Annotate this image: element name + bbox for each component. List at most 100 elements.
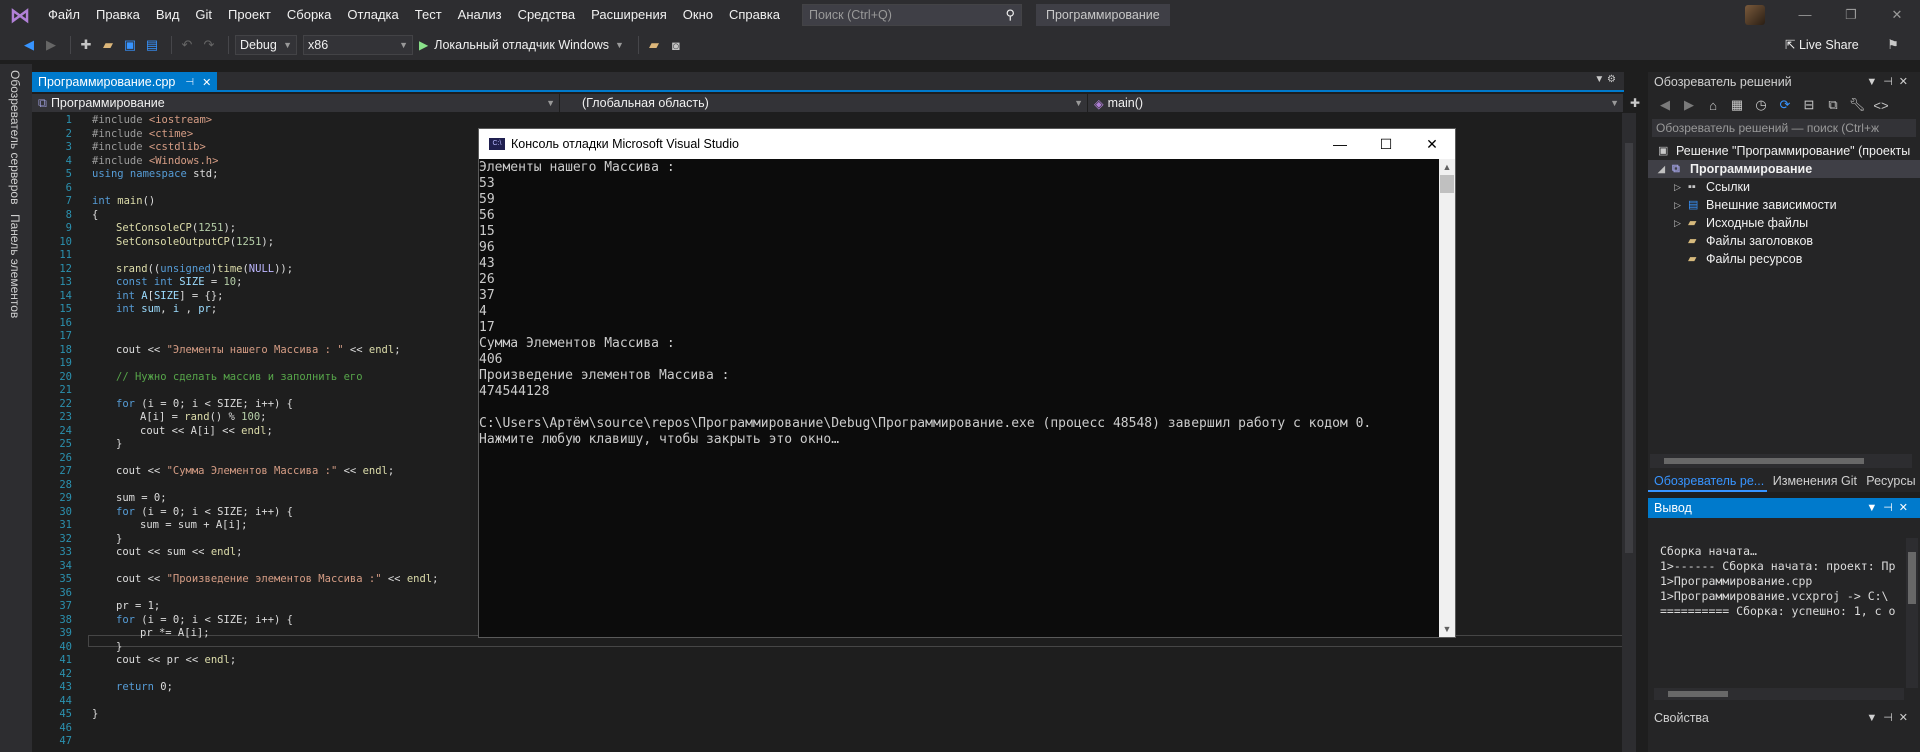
close-icon[interactable]: ✕ [1409, 129, 1455, 159]
toolbox-tab[interactable]: Панель элементов [8, 214, 22, 318]
menu-file[interactable]: Файл [40, 0, 88, 30]
menu-help[interactable]: Справка [721, 0, 788, 30]
line-number: 24 [59, 424, 72, 437]
line-number: 18 [59, 343, 72, 356]
collapsed-arrow-icon[interactable]: ▷ [1674, 178, 1688, 196]
code-line: cout << "Произведение элементов Массива … [116, 573, 439, 585]
collapse-all-icon[interactable]: ⊟ [1800, 96, 1818, 114]
menu-extensions[interactable]: Расширения [583, 0, 675, 30]
pin-icon[interactable]: ⊣ [185, 77, 194, 88]
maximize-icon[interactable]: ☐ [1363, 129, 1409, 159]
output-hscrollbar[interactable] [1654, 688, 1904, 700]
scroll-up-icon[interactable]: ▲ [1439, 159, 1455, 175]
tree-item-external-deps[interactable]: ▷ ▤ Внешние зависимости [1674, 196, 1837, 214]
code-line: cout << sum << endl; [116, 546, 243, 558]
live-share-button[interactable]: ⇱ Live Share [1785, 30, 1859, 60]
menu-git[interactable]: Git [187, 0, 220, 30]
collapsed-arrow-icon[interactable]: ▷ [1674, 196, 1688, 214]
menu-tools[interactable]: Средства [510, 0, 584, 30]
tab-solution-explorer[interactable]: Обозреватель ре... [1648, 470, 1767, 492]
code-icon[interactable]: <> [1872, 96, 1890, 114]
menu-project[interactable]: Проект [220, 0, 279, 30]
code-line: int sum, i , pr; [116, 303, 218, 315]
scrollbar-thumb[interactable] [1440, 175, 1454, 193]
debug-console-window[interactable]: C:\ Консоль отладки Microsoft Visual Stu… [478, 128, 1456, 638]
properties-title: Свойства [1654, 711, 1709, 725]
tree-item-source-files[interactable]: ▷ ▰ Исходные файлы [1674, 214, 1808, 232]
menu-debug[interactable]: Отладка [339, 0, 406, 30]
minimize-icon[interactable]: — [1317, 129, 1363, 159]
solution-explorer-hscrollbar[interactable] [1650, 454, 1912, 468]
tree-item-solution[interactable]: ▣ Решение "Программирование" (проекты [1658, 142, 1910, 160]
console-scrollbar[interactable]: ▲ ▼ [1439, 159, 1455, 637]
panel-controls-icon[interactable]: ▼⊣✕ [1866, 501, 1914, 514]
tree-item-header-files[interactable]: ▰ Файлы заголовков [1688, 232, 1813, 250]
tree-item-label: Исходные файлы [1706, 216, 1809, 230]
avatar[interactable] [1745, 5, 1765, 25]
menu-analyze[interactable]: Анализ [450, 0, 510, 30]
panel-controls-icon[interactable]: ▼⊣✕ [1866, 711, 1914, 724]
solution-explorer-search-input[interactable]: Обозреватель решений — поиск (Ctrl+ж [1652, 119, 1916, 137]
output-line: ========== Сборка: успешно: 1, с о [1660, 604, 1896, 618]
menu-window[interactable]: Окно [675, 0, 721, 30]
save-icon[interactable]: ▣ [121, 36, 139, 54]
server-explorer-tab[interactable]: Обозреватель серверов [8, 70, 22, 204]
undo-icon[interactable]: ↶ [178, 36, 196, 54]
save-all-icon[interactable]: ▤ [143, 36, 161, 54]
configuration-value: Debug [240, 38, 277, 52]
sync-icon[interactable]: ⟳ [1776, 96, 1794, 114]
tree-item-project[interactable]: ◢ ⧉ Программирование [1648, 160, 1920, 178]
tree-item-references[interactable]: ▷ ▪▪ Ссылки [1674, 178, 1750, 196]
member-dropdown[interactable]: ◈ main() ▼ [1088, 94, 1624, 112]
show-all-files-icon[interactable]: ⧉ [1824, 96, 1842, 114]
start-debugging-button[interactable]: ▶ Локальный отладчик Windows ▼ [419, 38, 624, 52]
menu-build[interactable]: Сборка [279, 0, 340, 30]
wrench-icon[interactable]: 🔧︎ [1848, 96, 1866, 114]
search-input[interactable]: Поиск (Ctrl+Q) ⚲ [801, 4, 1022, 26]
editor-scrollbar[interactable] [1622, 113, 1636, 752]
new-project-icon[interactable]: ✚ [77, 36, 95, 54]
open-file-icon[interactable]: ▰ [99, 36, 117, 54]
redo-icon[interactable]: ↷ [200, 36, 218, 54]
scrollbar-thumb[interactable] [1625, 143, 1633, 553]
platform-dropdown[interactable]: x86 ▼ [303, 35, 413, 55]
scroll-down-icon[interactable]: ▼ [1439, 621, 1455, 637]
tab-git-changes[interactable]: Изменения Git [1767, 470, 1861, 492]
menu-edit[interactable]: Правка [88, 0, 148, 30]
project-dropdown[interactable]: ⧉ Программирование ▼ [32, 94, 560, 112]
back-icon[interactable]: ◀ [20, 36, 38, 54]
tree-item-resource-files[interactable]: ▰ Файлы ресурсов [1688, 250, 1802, 268]
restore-icon[interactable]: ❐ [1828, 0, 1874, 30]
back-icon[interactable]: ◀ [1656, 96, 1674, 114]
forward-icon[interactable]: ▶ [1680, 96, 1698, 114]
tab-resources[interactable]: Ресурсы [1860, 470, 1920, 492]
configuration-dropdown[interactable]: Debug ▼ [235, 35, 297, 55]
close-icon[interactable]: ✕ [202, 76, 211, 89]
camera-icon[interactable]: ◙ [667, 36, 685, 54]
output-title: Вывод [1654, 501, 1692, 515]
feedback-icon[interactable]: ⚑ [1870, 30, 1916, 60]
tab-overflow-icon[interactable]: ▼ ⚙ [1594, 74, 1616, 85]
scrollbar-thumb[interactable] [1664, 458, 1864, 464]
tab-document[interactable]: Программирование.cpp ⊣ ✕ [32, 72, 218, 92]
home-icon[interactable]: ⌂ [1704, 96, 1722, 114]
scope-dropdown[interactable]: (Глобальная область) ▼ [560, 94, 1088, 112]
collapsed-arrow-icon[interactable]: ▷ [1674, 214, 1688, 232]
output-vscrollbar[interactable] [1906, 538, 1918, 688]
forward-icon[interactable]: ▶ [42, 36, 60, 54]
switch-views-icon[interactable]: ▦ [1728, 96, 1746, 114]
split-icon[interactable]: ✚ [1630, 96, 1640, 110]
console-title-bar[interactable]: C:\ Консоль отладки Microsoft Visual Stu… [479, 129, 1455, 159]
scrollbar-thumb[interactable] [1908, 552, 1916, 604]
close-icon[interactable]: ✕ [1874, 0, 1920, 30]
pending-changes-icon[interactable]: ◷ [1752, 96, 1770, 114]
line-number: 38 [59, 613, 72, 626]
expanded-arrow-icon[interactable]: ◢ [1658, 160, 1672, 178]
menu-test[interactable]: Тест [407, 0, 450, 30]
minimize-icon[interactable]: — [1782, 0, 1828, 30]
folder-icon[interactable]: ▰ [645, 36, 663, 54]
console-line: 17 [479, 320, 495, 335]
menu-view[interactable]: Вид [148, 0, 188, 30]
panel-controls-icon[interactable]: ▼⊣✕ [1866, 75, 1914, 88]
scrollbar-thumb[interactable] [1668, 691, 1728, 697]
